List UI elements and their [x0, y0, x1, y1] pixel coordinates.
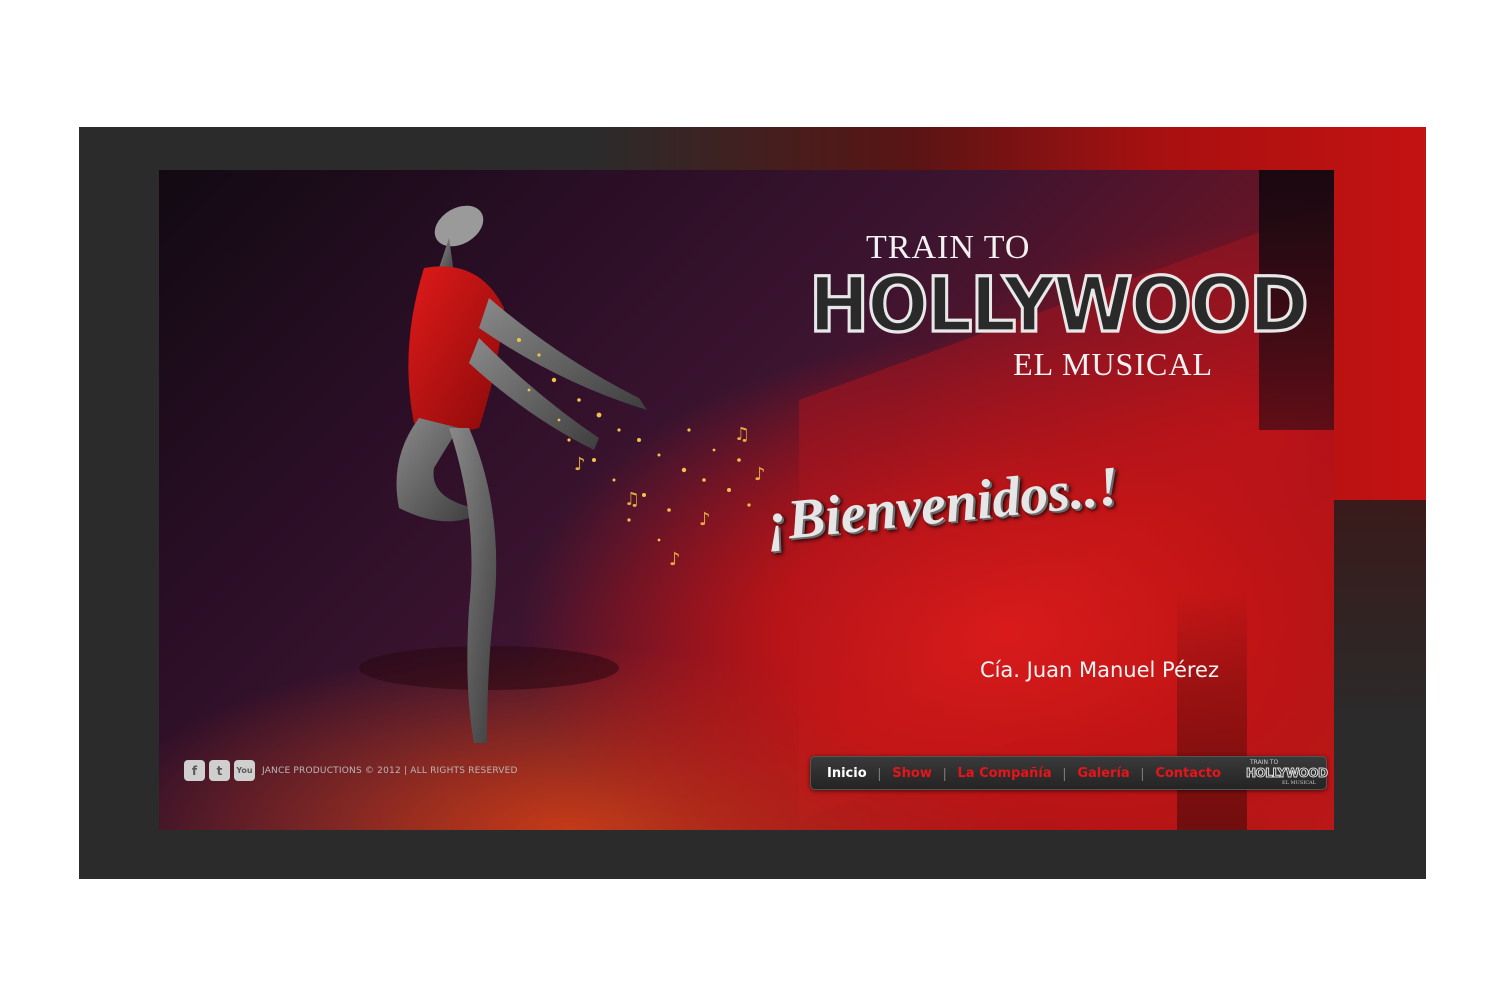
- main-navigation: Inicio | Show | La Compañía | Galería | …: [810, 756, 1329, 790]
- nav-mini-logo[interactable]: TRAIN TO HOLLYWOOD EL MUSICAL: [1246, 758, 1329, 788]
- stage-pillar: [1177, 590, 1247, 830]
- company-name: Cía. Juan Manuel Pérez: [979, 658, 1219, 682]
- twitter-icon[interactable]: t: [209, 760, 230, 781]
- svg-text:♪: ♪: [699, 509, 711, 530]
- website-screen: ♪ ♫ ♪ ♫ ♪ ♪ TRAIN TO HOLLYWOOD EL MUSICAL ¡B…: [159, 170, 1334, 830]
- nav-la-compania[interactable]: La Compañía: [947, 766, 1063, 781]
- svg-text:♪: ♪: [574, 454, 586, 475]
- copyright-text: JANCE PRODUCTIONS © 2012 | ALL RIGHTS RE…: [262, 765, 518, 776]
- svg-text:♫: ♫: [624, 489, 640, 510]
- svg-text:♫: ♫: [734, 424, 750, 445]
- nav-inicio[interactable]: Inicio: [811, 766, 878, 781]
- logo-el-musical: EL MUSICAL: [1013, 346, 1213, 382]
- outer-frame-right: [1334, 500, 1426, 879]
- facebook-icon[interactable]: f: [184, 760, 205, 781]
- svg-text:♪: ♪: [754, 464, 766, 485]
- logo-hollywood: HOLLYWOOD: [808, 260, 1311, 350]
- mini-logo-line2: HOLLYWOOD: [1246, 766, 1329, 780]
- svg-text:♪: ♪: [669, 549, 681, 570]
- social-links: f t You JANCE PRODUCTIONS © 2012 | ALL R…: [184, 760, 518, 781]
- music-notes-sparkles: ♪♫♪ ♫♪♪: [517, 338, 766, 570]
- nav-contacto[interactable]: Contacto: [1144, 766, 1232, 781]
- nav-galeria[interactable]: Galería: [1066, 766, 1140, 781]
- youtube-icon[interactable]: You: [234, 760, 255, 781]
- nav-show[interactable]: Show: [881, 766, 943, 781]
- show-logo: TRAIN TO HOLLYWOOD EL MUSICAL: [808, 230, 1311, 384]
